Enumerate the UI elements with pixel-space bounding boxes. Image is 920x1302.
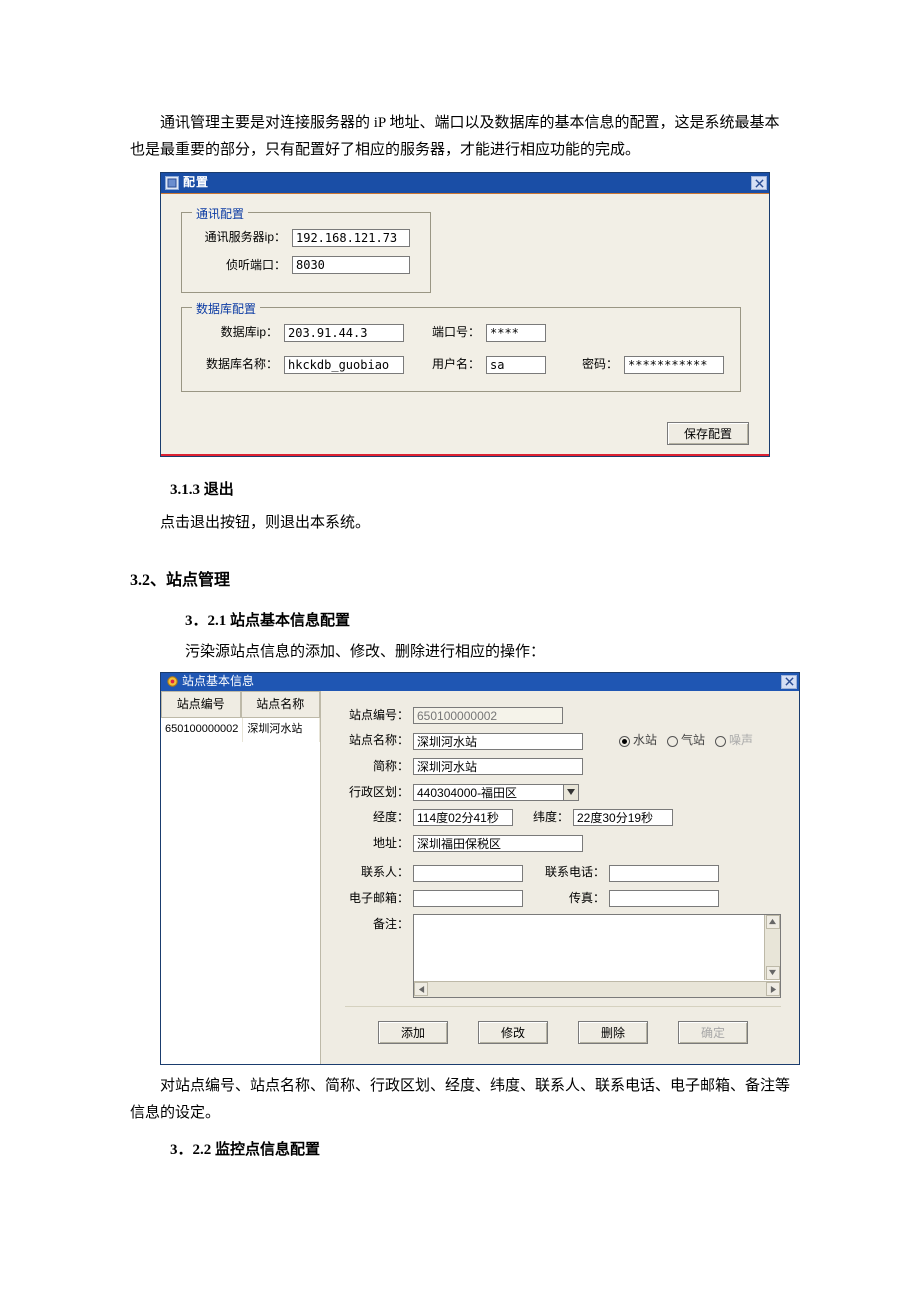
group-comm: 通讯配置 (192, 204, 248, 226)
window-icon (165, 176, 179, 190)
para-intro: 通讯管理主要是对连接服务器的 iP 地址、端口以及数据库的基本信息的配置，这是系… (130, 110, 790, 164)
config-title: 配置 (183, 172, 751, 194)
lbl-lat: 纬度： (527, 807, 569, 829)
db-user-input[interactable] (486, 356, 546, 374)
scroll-left-icon[interactable] (414, 982, 428, 996)
lat-input[interactable] (573, 809, 673, 826)
lbl-listen-port: 侦听端口： (194, 255, 286, 277)
radio-air[interactable]: 气站 (667, 730, 705, 752)
add-button[interactable]: 添加 (378, 1021, 448, 1044)
site-dialog: 站点基本信息 站点编号 站点名称 650100000002 深圳河水站 站点编号… (160, 672, 800, 1065)
server-ip-input[interactable] (292, 229, 410, 247)
app-icon (165, 675, 179, 689)
email-input[interactable] (413, 890, 523, 907)
lon-input[interactable] (413, 809, 513, 826)
phone-input[interactable] (609, 865, 719, 882)
save-config-button[interactable]: 保存配置 (667, 422, 749, 445)
lbl-region: 行政区划： (345, 782, 409, 804)
lbl-db-pwd: 密码： (578, 354, 618, 376)
group-db: 数据库配置 (192, 299, 260, 321)
config-dialog: 配置 通讯配置 通讯服务器ip： 侦听端口： 数据库配置 (160, 172, 770, 457)
region-combo[interactable] (413, 784, 579, 801)
lbl-addr: 地址： (345, 833, 409, 855)
contact-input[interactable] (413, 865, 523, 882)
para-313: 点击退出按钮，则退出本系统。 (130, 510, 790, 537)
radio-water[interactable]: 水站 (619, 730, 657, 752)
list-header-name[interactable]: 站点名称 (241, 691, 321, 719)
lbl-db-user: 用户名： (430, 354, 480, 376)
lbl-short: 简称： (345, 756, 409, 778)
lbl-db-port: 端口号： (430, 322, 480, 344)
siteid-input (413, 707, 563, 724)
para-after-site: 对站点编号、站点名称、简称、行政区划、经度、纬度、联系人、联系电话、电子邮箱、备… (130, 1073, 790, 1127)
site-list[interactable]: 站点编号 站点名称 650100000002 深圳河水站 (161, 691, 321, 1064)
lbl-siteid: 站点编号： (345, 705, 409, 727)
list-header-id[interactable]: 站点编号 (161, 691, 241, 719)
edit-button[interactable]: 修改 (478, 1021, 548, 1044)
list-row[interactable]: 650100000002 深圳河水站 (161, 718, 320, 742)
heading-321: 3．2.1 站点基本信息配置 (185, 608, 790, 635)
heading-322: 3．2.2 监控点信息配置 (170, 1137, 790, 1164)
lbl-lon: 经度： (345, 807, 409, 829)
short-input[interactable] (413, 758, 583, 775)
memo-textarea[interactable] (413, 914, 781, 998)
listen-port-input[interactable] (292, 256, 410, 274)
list-row-id: 650100000002 (161, 718, 243, 742)
heading-32: 3.2、站点管理 (130, 567, 790, 596)
para-321: 污染源站点信息的添加、修改、删除进行相应的操作： (185, 639, 790, 666)
scroll-down-icon[interactable] (766, 966, 780, 980)
lbl-phone: 联系电话： (545, 862, 605, 884)
lbl-server-ip: 通讯服务器ip： (194, 227, 286, 249)
scroll-up-icon[interactable] (766, 915, 780, 929)
lbl-db-ip: 数据库ip： (194, 322, 278, 344)
radio-noise[interactable]: 噪声 (715, 730, 753, 752)
list-header-row: 站点编号 站点名称 (161, 691, 320, 719)
ok-button[interactable]: 确定 (678, 1021, 748, 1044)
db-pwd-input[interactable] (624, 356, 724, 374)
db-port-input[interactable] (486, 324, 546, 342)
db-name-input[interactable] (284, 356, 404, 374)
list-row-name: 深圳河水站 (243, 718, 320, 742)
close-icon[interactable] (751, 176, 767, 190)
heading-313: 3.1.3 退出 (170, 477, 790, 504)
fax-input[interactable] (609, 890, 719, 907)
station-type-radio-group: 水站 气站 噪声 (619, 730, 753, 752)
lbl-db-name: 数据库名称： (194, 354, 278, 376)
close-icon[interactable] (781, 675, 797, 689)
addr-input[interactable] (413, 835, 583, 852)
delete-button[interactable]: 删除 (578, 1021, 648, 1044)
lbl-memo: 备注： (345, 914, 409, 936)
chevron-down-icon[interactable] (563, 784, 579, 801)
site-title: 站点基本信息 (182, 671, 781, 693)
site-titlebar[interactable]: 站点基本信息 (161, 673, 799, 691)
sitename-input[interactable] (413, 733, 583, 750)
lbl-email: 电子邮箱： (345, 888, 409, 910)
lbl-contact: 联系人： (345, 862, 409, 884)
region-input[interactable] (413, 784, 563, 801)
lbl-sitename: 站点名称： (345, 730, 409, 752)
config-titlebar[interactable]: 配置 (161, 173, 769, 193)
lbl-fax: 传真： (545, 888, 605, 910)
db-ip-input[interactable] (284, 324, 404, 342)
scroll-right-icon[interactable] (766, 982, 780, 996)
